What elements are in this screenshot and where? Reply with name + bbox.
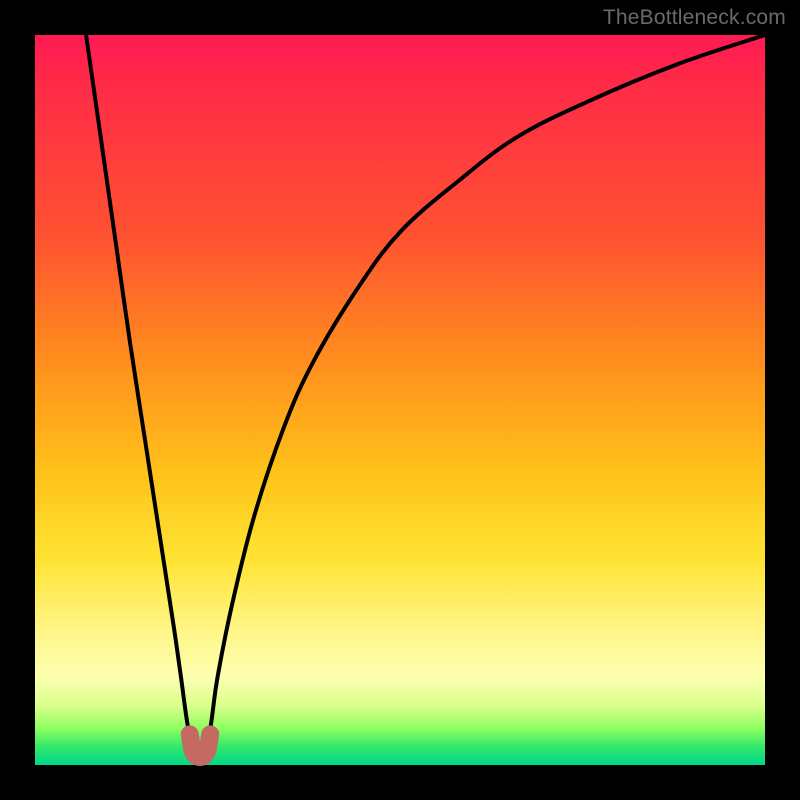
watermark-text: TheBottleneck.com [603, 6, 786, 30]
low-point-marker [190, 734, 210, 757]
bottleneck-curve [86, 35, 765, 753]
chart-frame: TheBottleneck.com [0, 0, 800, 800]
chart-svg [35, 35, 765, 765]
chart-plot-area [35, 35, 765, 765]
